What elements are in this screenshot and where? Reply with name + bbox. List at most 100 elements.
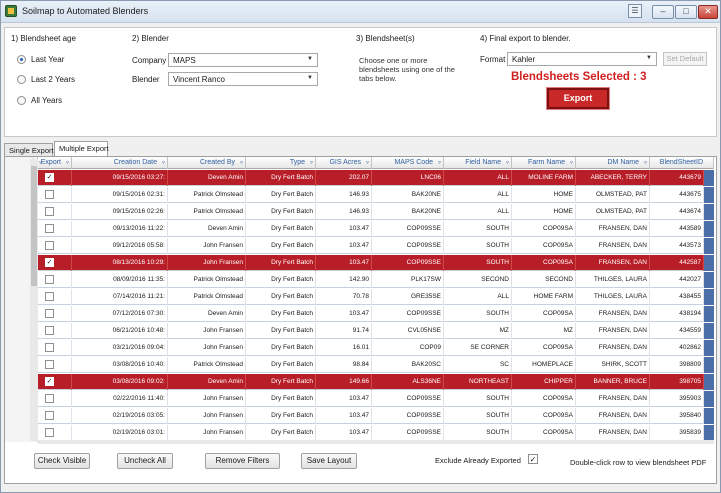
cell-field-name: ALL (444, 289, 512, 305)
export-checkbox[interactable] (45, 326, 54, 335)
export-checkbox[interactable]: ✓ (45, 258, 54, 267)
save-layout-button[interactable]: Save Layout (301, 453, 357, 469)
scroll-thumb[interactable] (31, 166, 37, 286)
cell-maps-code: BAK20NE (372, 187, 444, 203)
row-end-marker (704, 357, 714, 373)
remove-filters-button[interactable]: Remove Filters (205, 453, 280, 469)
filter-icon[interactable]: ▿ (66, 159, 69, 166)
horizontal-scrollbar[interactable] (38, 440, 714, 444)
export-checkbox[interactable] (45, 428, 54, 437)
filter-icon[interactable]: ▿ (310, 159, 313, 166)
filter-icon[interactable]: ▿ (39, 159, 42, 166)
cell-farm-name: COP09SA (512, 221, 576, 237)
blender-select[interactable]: Vincent Ranco ▼ (168, 72, 318, 86)
col-header-blendsheet-id[interactable]: BlendSheetID (650, 157, 714, 169)
table-row[interactable]: 09/15/2016 02:31: Patrick Olmstead Dry Fer… (38, 187, 714, 203)
export-button[interactable]: Export (546, 87, 610, 110)
export-checkbox[interactable] (45, 411, 54, 420)
table-row[interactable]: 06/21/2016 10:48: John Fransen Dry Fert Ba… (38, 323, 714, 339)
radio-last-2-years[interactable]: Last 2 Years (17, 75, 76, 84)
format-select[interactable]: Kahler ▼ (507, 52, 657, 66)
blendsheet-grid: ▲ ▿Export▿ Creation Date▿ Created By▿ Ty… (4, 156, 717, 484)
set-default-button[interactable]: Set Default (663, 52, 707, 66)
radio-label: All Years (31, 96, 63, 105)
radio-last-year[interactable]: Last Year (17, 55, 65, 64)
table-row[interactable]: ✓ 03/08/2016 09:02: Deven Amin Dry Fert Bat… (38, 374, 714, 390)
filter-icon[interactable]: ▿ (570, 159, 573, 166)
col-header-export[interactable]: ▿ Export ▿ (38, 157, 72, 169)
tab-multiple-export[interactable]: Multiple Export (54, 141, 109, 156)
export-checkbox[interactable] (45, 275, 54, 284)
export-checkbox[interactable] (45, 207, 54, 216)
blender-section-label: 2) Blender (132, 34, 169, 43)
col-header-created-by[interactable]: Created By ▿ (168, 157, 246, 169)
table-row[interactable]: 02/22/2016 11:40: John Fransen Dry Fert Ba… (38, 391, 714, 407)
options-icon[interactable]: ☰ (628, 4, 642, 18)
tab-single-export[interactable]: Single Export (4, 143, 54, 156)
cell-farm-name: COP09SA (512, 408, 576, 424)
export-checkbox[interactable] (45, 224, 54, 233)
export-checkbox[interactable] (45, 360, 54, 369)
cell-created-by: Patrick Olmstead (168, 272, 246, 288)
table-row[interactable]: 08/09/2016 11:35: Patrick Olmstead Dry Fer… (38, 272, 714, 288)
export-checkbox[interactable]: ✓ (45, 173, 54, 182)
table-row[interactable]: 02/19/2016 03:01: John Fransen Dry Fert Ba… (38, 425, 714, 441)
table-row[interactable]: 07/14/2016 11:21: Patrick Olmstead Dry Fer… (38, 289, 714, 305)
filter-icon[interactable]: ▿ (366, 159, 369, 166)
vertical-scrollbar[interactable] (30, 159, 38, 441)
cell-blendsheet-id: 398705 (650, 374, 704, 390)
cell-creation-date: 09/13/2016 11:22: (72, 221, 168, 237)
row-end-marker (704, 306, 714, 322)
table-row[interactable]: 02/19/2016 03:05: John Fransen Dry Fert Ba… (38, 408, 714, 424)
table-row[interactable]: 09/15/2016 02:26: Patrick Olmstead Dry Fer… (38, 204, 714, 220)
table-row[interactable]: ✓ 08/13/2016 10:29: John Fransen Dry Fert B… (38, 255, 714, 271)
export-checkbox[interactable] (45, 292, 54, 301)
radio-label: Last 2 Years (31, 75, 76, 84)
minimize-button[interactable]: – (652, 5, 674, 19)
company-select[interactable]: MAPS ▼ (168, 53, 318, 67)
filter-icon[interactable]: ▿ (644, 159, 647, 166)
check-visible-button[interactable]: Check Visible (34, 453, 90, 469)
col-header-gis-acres[interactable]: GIS Acres ▿ (316, 157, 372, 169)
cell-gis-acres: 103.47 (316, 221, 372, 237)
uncheck-all-button[interactable]: Uncheck All (117, 453, 173, 469)
export-checkbox[interactable] (45, 241, 54, 250)
col-header-label: Type (289, 159, 305, 166)
filter-icon[interactable]: ▿ (438, 159, 441, 166)
row-end-marker (704, 340, 714, 356)
cell-dm-name: THILGES, LAURA (576, 289, 650, 305)
row-end-marker (704, 425, 714, 441)
table-row[interactable]: 03/21/2016 09:04: John Fransen Dry Fert Ba… (38, 340, 714, 356)
col-header-farm-name[interactable]: Farm Name ▿ (512, 157, 576, 169)
options-panel: 1) Blendsheet age Last Year Last 2 Years… (4, 27, 717, 137)
col-header-field-name[interactable]: Field Name ▿ (444, 157, 512, 169)
radio-label: Last Year (31, 55, 65, 64)
export-checkbox[interactable] (45, 190, 54, 199)
maximize-button[interactable]: □ (675, 5, 697, 19)
table-row[interactable]: 03/08/2016 10:40: Patrick Olmstead Dry Fer… (38, 357, 714, 373)
cell-type: Dry Fert Batch (246, 170, 316, 186)
exclude-exported-checkbox[interactable]: ✓ (528, 454, 538, 464)
table-row[interactable]: 09/13/2016 11:22: Deven Amin Dry Fert Batc… (38, 221, 714, 237)
cell-dm-name: FRANSEN, DAN (576, 221, 650, 237)
filter-icon[interactable]: ▿ (240, 159, 243, 166)
filter-icon[interactable]: ▿ (506, 159, 509, 166)
col-header-maps-code[interactable]: MAPS Code ▿ (372, 157, 444, 169)
close-button[interactable]: ✕ (698, 5, 718, 19)
col-header-dm-name[interactable]: DM Name ▿ (576, 157, 650, 169)
export-checkbox[interactable] (45, 343, 54, 352)
export-checkbox[interactable] (45, 394, 54, 403)
cell-farm-name: HOME (512, 187, 576, 203)
col-header-label: Field Name (465, 159, 501, 166)
cell-field-name: SOUTH (444, 221, 512, 237)
filter-icon[interactable]: ▿ (162, 159, 165, 166)
table-row[interactable]: 07/12/2016 07:30: Deven Amin Dry Fert Batc… (38, 306, 714, 322)
cell-type: Dry Fert Batch (246, 289, 316, 305)
table-row[interactable]: 09/12/2016 05:58: John Fransen Dry Fert Ba… (38, 238, 714, 254)
col-header-type[interactable]: Type ▿ (246, 157, 316, 169)
export-checkbox[interactable] (45, 309, 54, 318)
radio-all-years[interactable]: All Years (17, 96, 63, 105)
col-header-creation-date[interactable]: Creation Date ▿ (72, 157, 168, 169)
table-row[interactable]: ✓ 09/15/2016 03:27: Deven Amin Dry Fert Bat… (38, 170, 714, 186)
export-checkbox[interactable]: ✓ (45, 377, 54, 386)
